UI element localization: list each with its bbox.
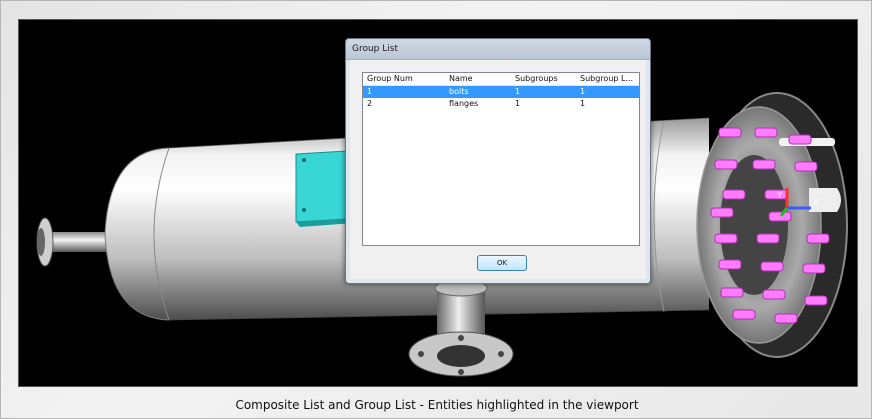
- group-list-dialog: Group List Group Num Name Subgroups Subg…: [345, 38, 651, 284]
- cell-subgroup-l: 1: [580, 99, 586, 108]
- column-header-group-num[interactable]: Group Num: [363, 73, 445, 85]
- ok-button[interactable]: OK: [477, 255, 527, 271]
- cell-group-num: 1: [367, 87, 373, 96]
- axis-x-label: X: [813, 198, 819, 208]
- axis-y-label: Y: [776, 191, 783, 201]
- page-frame: Y X Group List Group Num Name Subgroups …: [0, 0, 872, 419]
- left-nozzle: [36, 217, 113, 267]
- cell-name: bolts: [449, 87, 469, 96]
- list-header: Group Num Name Subgroups Subgroup L...: [363, 73, 639, 86]
- column-header-subgroup-l[interactable]: Subgroup L...: [576, 73, 639, 85]
- list-row-flanges[interactable]: 2 flanges 1 1: [363, 98, 639, 110]
- column-header-name[interactable]: Name: [445, 73, 511, 85]
- cell-subgroup-l: 1: [580, 87, 586, 96]
- dialog-client: Group Num Name Subgroups Subgroup L... 1…: [350, 60, 646, 279]
- figure-caption: Composite List and Group List - Entities…: [235, 398, 639, 412]
- cell-subgroups: 1: [515, 87, 521, 96]
- cell-subgroups: 1: [515, 99, 521, 108]
- list-row-bolts[interactable]: 1 bolts 1 1: [363, 86, 639, 98]
- cell-name: flanges: [449, 99, 479, 108]
- dialog-title: Group List: [346, 39, 650, 60]
- column-header-subgroups[interactable]: Subgroups: [511, 73, 576, 85]
- group-list-view[interactable]: Group Num Name Subgroups Subgroup L... 1…: [362, 72, 640, 246]
- cell-group-num: 2: [367, 99, 373, 108]
